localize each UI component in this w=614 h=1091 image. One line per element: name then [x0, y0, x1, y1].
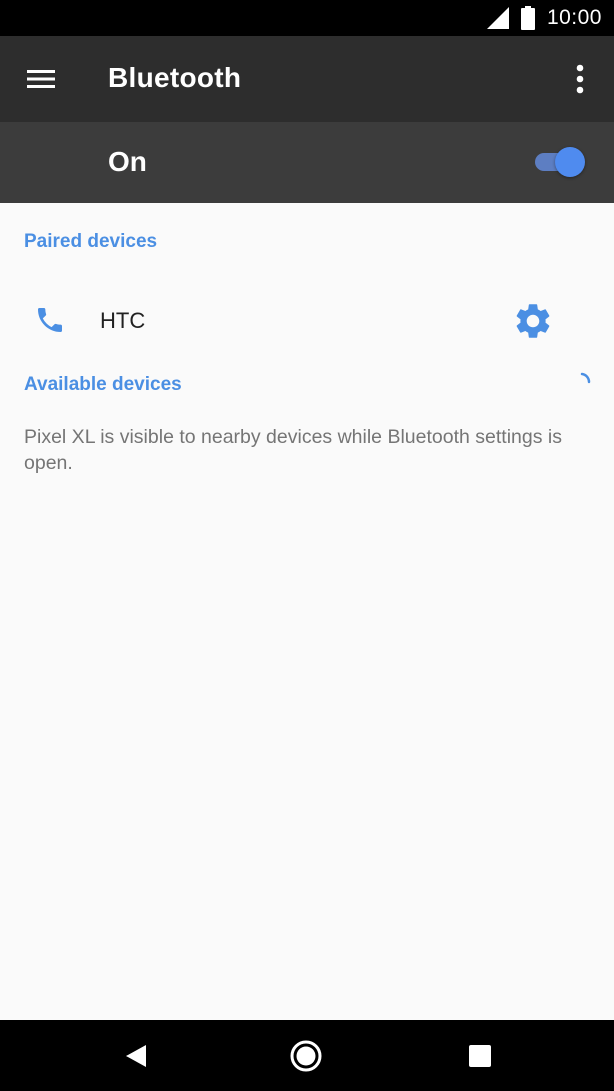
available-devices-header: Available devices — [24, 374, 182, 395]
visibility-info-text: Pixel XL is visible to nearby devices wh… — [24, 426, 562, 474]
switch-label: On — [108, 146, 147, 177]
scanning-progress-icon — [580, 372, 591, 384]
bluetooth-master-switch-bar[interactable]: On — [0, 122, 614, 203]
page-title: Bluetooth — [108, 62, 242, 93]
bluetooth-toggle[interactable] — [533, 146, 585, 178]
status-time: 10:00 — [546, 6, 602, 29]
navigation-bar — [0, 1020, 614, 1091]
menu-icon[interactable] — [24, 63, 58, 95]
status-bar: 10:00 — [0, 0, 614, 36]
back-icon[interactable] — [117, 1038, 153, 1074]
cellular-signal-icon — [486, 7, 509, 29]
phone-icon — [38, 308, 62, 332]
battery-icon — [520, 6, 535, 30]
recents-icon[interactable] — [462, 1038, 498, 1074]
paired-devices-header: Paired devices — [24, 231, 158, 252]
gear-icon[interactable] — [512, 300, 554, 342]
device-name: HTC — [100, 308, 146, 333]
bluetooth-settings-screen: 10:00 Bluetooth On Paired devices HTC Av… — [0, 0, 614, 1091]
switch-thumb — [555, 147, 585, 177]
home-icon[interactable] — [288, 1038, 324, 1074]
app-bar: Bluetooth — [0, 36, 614, 122]
paired-device-row[interactable]: HTC — [0, 280, 614, 360]
more-vert-icon[interactable] — [566, 60, 594, 98]
